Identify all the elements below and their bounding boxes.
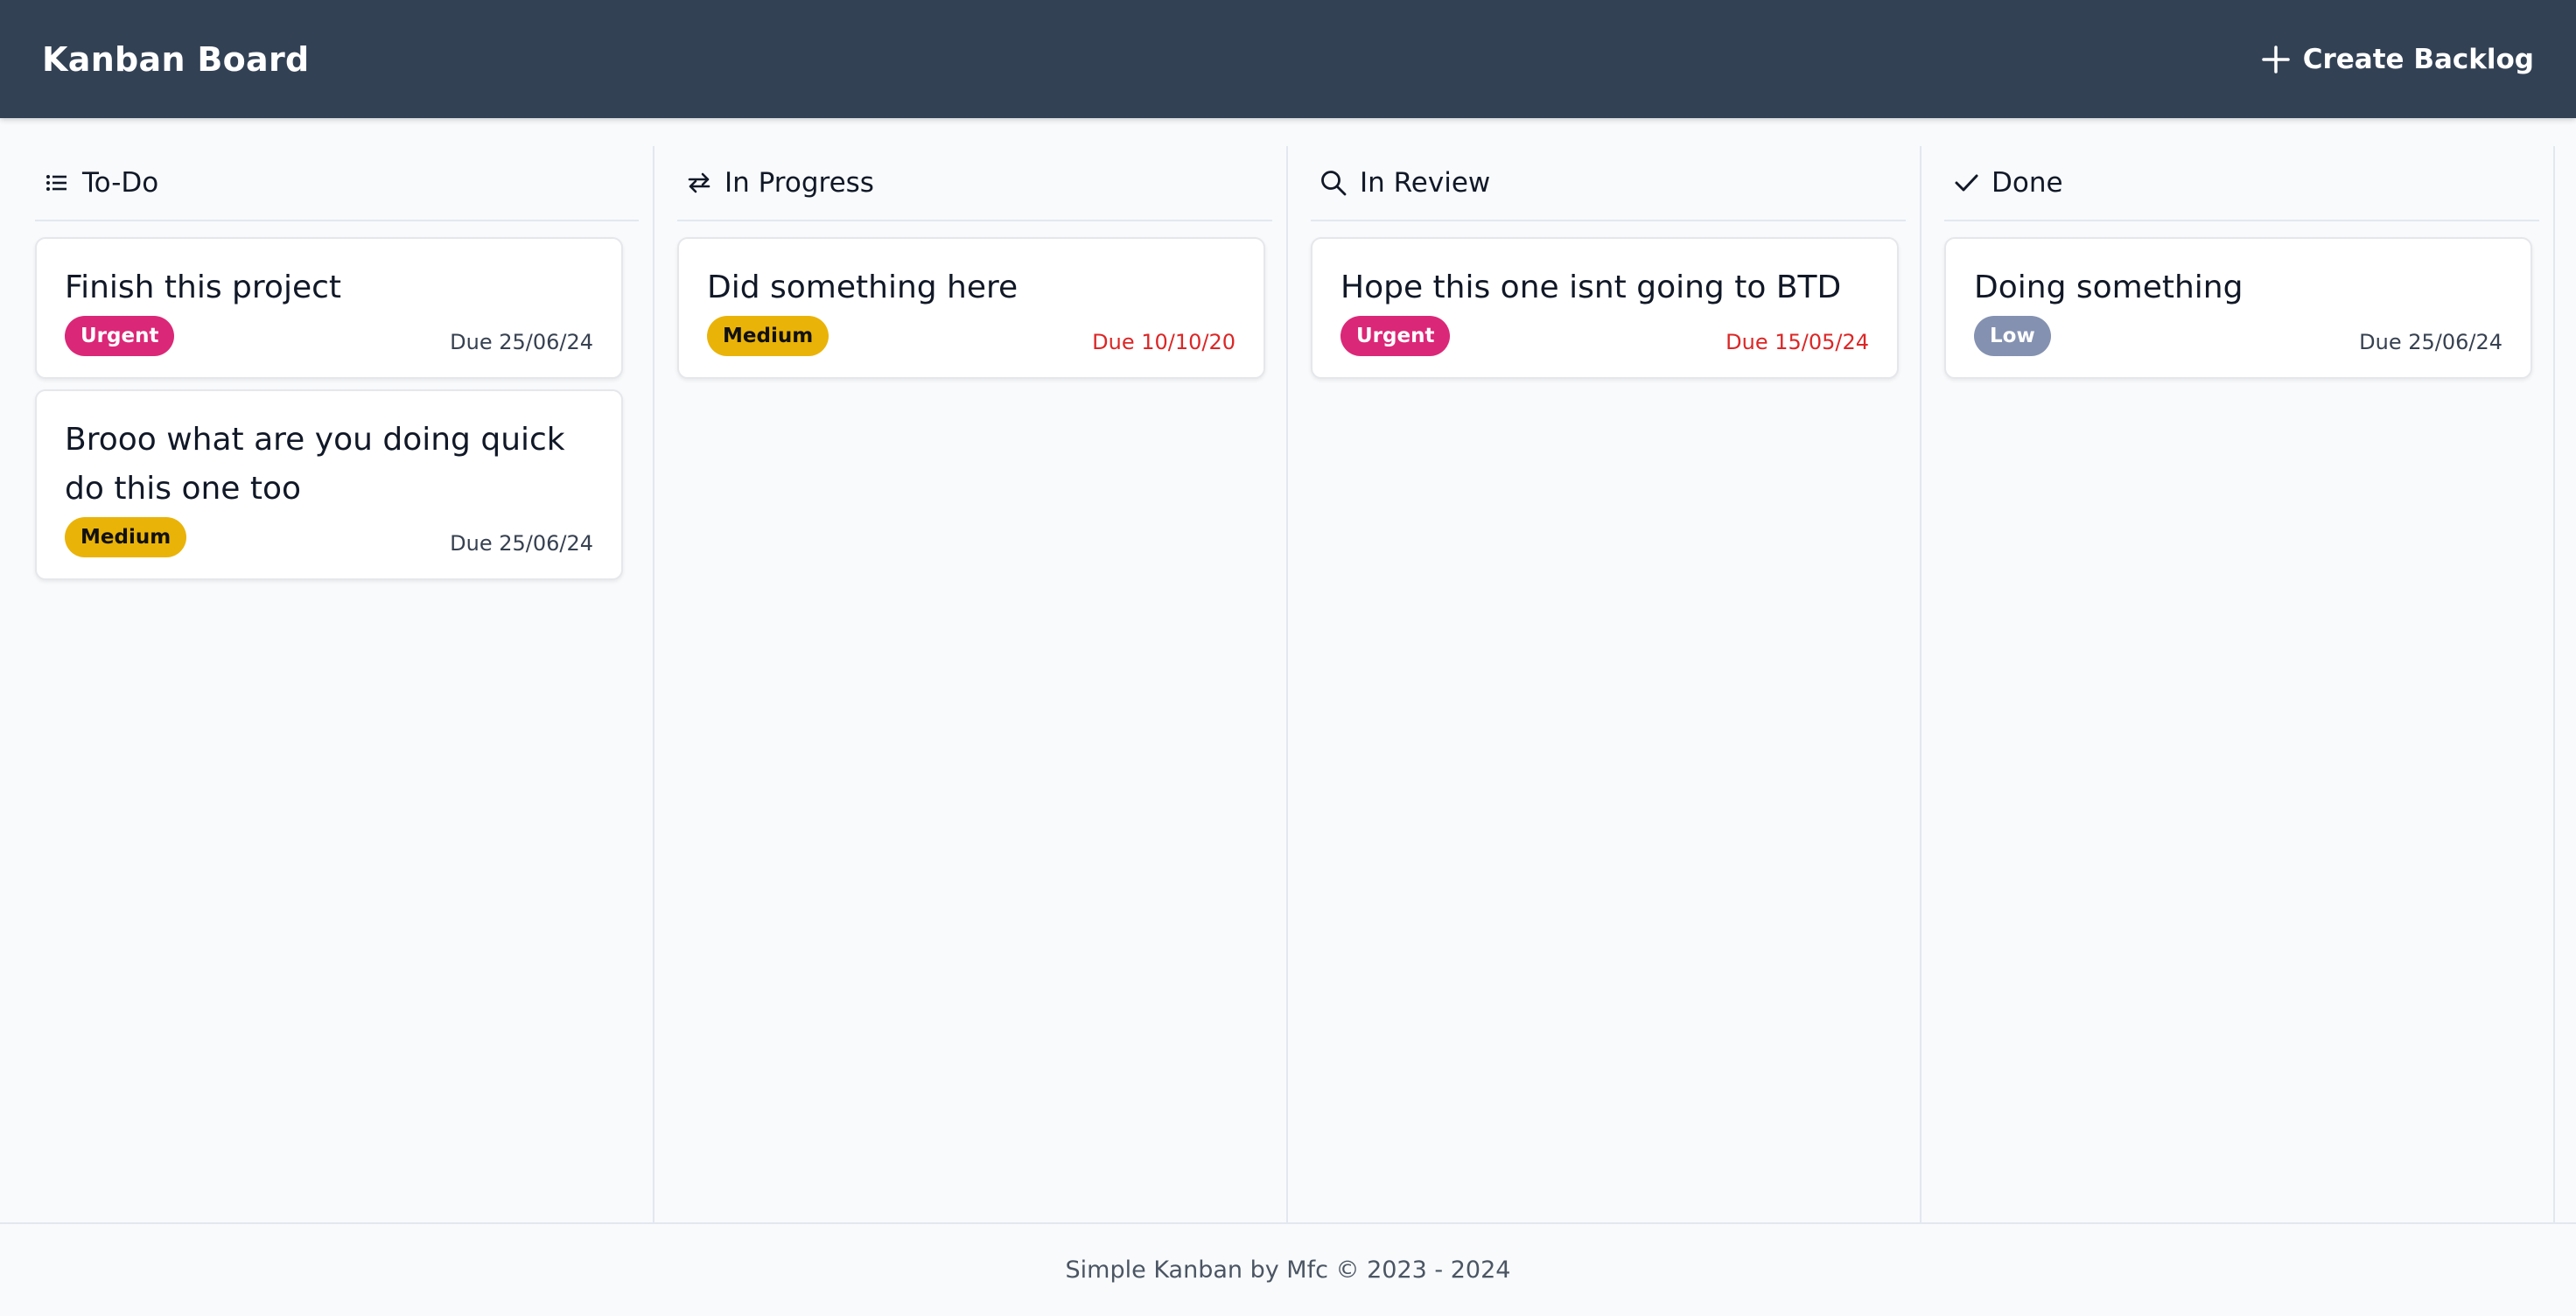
card-list: Did something here Medium Due 10/10/20 xyxy=(677,221,1272,379)
card-meta: Medium Due 25/06/24 xyxy=(65,517,593,557)
due-date: Due 10/10/20 xyxy=(1092,330,1236,354)
card-meta: Urgent Due 15/05/24 xyxy=(1340,316,1869,356)
task-card[interactable]: Doing something Low Due 25/06/24 xyxy=(1944,237,2532,379)
due-date: Due 25/06/24 xyxy=(450,330,593,354)
task-card[interactable]: Finish this project Urgent Due 25/06/24 xyxy=(35,237,623,379)
create-backlog-label: Create Backlog xyxy=(2302,43,2534,75)
card-title: Did something here xyxy=(707,270,1018,305)
column-done: Done Doing something Low Due 25/06/24 xyxy=(1922,146,2555,1222)
search-icon xyxy=(1320,169,1348,197)
priority-badge: Medium xyxy=(707,316,830,356)
arrows-swap-icon xyxy=(686,170,712,196)
card-title: Finish this project xyxy=(65,270,342,305)
card-title: Brooo what are you doing quick do this o… xyxy=(65,422,565,507)
card-list: Doing something Low Due 25/06/24 xyxy=(1944,221,2539,379)
column-in-review: In Review Hope this one isnt going to BT… xyxy=(1288,146,1922,1222)
card-meta: Low Due 25/06/24 xyxy=(1974,316,2502,356)
column-todo: To-Do Finish this project Urgent Due 25/… xyxy=(0,146,654,1222)
column-header: In Review xyxy=(1311,146,1906,221)
list-icon xyxy=(44,170,70,196)
footer-credit: Simple Kanban by Mfc © 2023 - 2024 xyxy=(1065,1256,1511,1284)
create-backlog-button[interactable]: Create Backlog xyxy=(2261,44,2534,75)
app-title: Kanban Board xyxy=(42,39,310,79)
top-navbar: Kanban Board Create Backlog xyxy=(0,0,2576,118)
column-header: Done xyxy=(1944,146,2539,221)
kanban-board: To-Do Finish this project Urgent Due 25/… xyxy=(0,118,2576,1222)
task-card[interactable]: Hope this one isnt going to BTD Urgent D… xyxy=(1311,237,1899,379)
column-title: To-Do xyxy=(82,167,159,199)
plus-icon xyxy=(2261,45,2291,74)
column-title: In Progress xyxy=(724,167,874,199)
column-header: In Progress xyxy=(677,146,1272,221)
priority-badge: Urgent xyxy=(1340,316,1451,356)
card-title: Hope this one isnt going to BTD xyxy=(1340,270,1842,305)
card-list: Finish this project Urgent Due 25/06/24 … xyxy=(35,221,639,580)
card-title: Doing something xyxy=(1974,270,2244,305)
card-meta: Urgent Due 25/06/24 xyxy=(65,316,593,356)
column-title: In Review xyxy=(1360,167,1491,199)
task-card[interactable]: Brooo what are you doing quick do this o… xyxy=(35,389,623,580)
priority-badge: Medium xyxy=(65,517,187,557)
task-card[interactable]: Did something here Medium Due 10/10/20 xyxy=(677,237,1265,379)
due-date: Due 25/06/24 xyxy=(2359,330,2502,354)
due-date: Due 15/05/24 xyxy=(1726,330,1869,354)
priority-badge: Low xyxy=(1974,316,2051,356)
column-title: Done xyxy=(1992,167,2063,199)
due-date: Due 25/06/24 xyxy=(450,531,593,556)
column-header: To-Do xyxy=(35,146,639,221)
check-icon xyxy=(1953,170,1979,196)
column-in-progress: In Progress Did something here Medium Du… xyxy=(654,146,1288,1222)
priority-badge: Urgent xyxy=(65,316,175,356)
footer: Simple Kanban by Mfc © 2023 - 2024 xyxy=(0,1222,2576,1316)
card-list: Hope this one isnt going to BTD Urgent D… xyxy=(1311,221,1906,379)
card-meta: Medium Due 10/10/20 xyxy=(707,316,1236,356)
